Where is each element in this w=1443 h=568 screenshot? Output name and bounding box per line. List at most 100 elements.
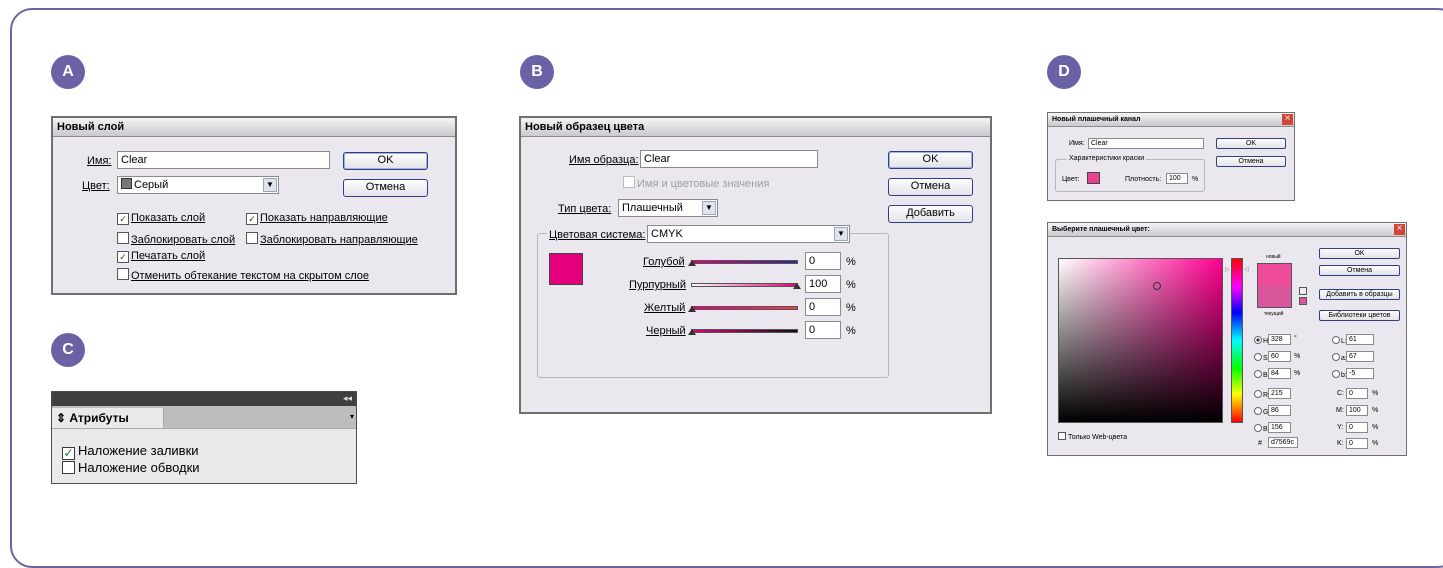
new-color-swatch-dialog: Новый образец цвета Имя образца: Clear И… [519,116,992,414]
magenta-label: Пурпурный [629,279,686,291]
checkbox-suppress-text-wrap[interactable]: Отменить обтекание текстом на скрытом сл… [117,268,369,282]
color-libraries-button[interactable]: Библиотеки цветов [1319,310,1400,321]
radio-icon [1332,336,1340,344]
checkbox-print-layer[interactable]: ✓ Печатать слой [117,250,205,263]
m-unit: % [1372,407,1379,414]
radio-icon [1254,407,1262,415]
magenta-slider[interactable] [691,283,798,287]
a-label[interactable]: a: [1332,353,1347,362]
lab-b-label[interactable]: b: [1332,370,1347,379]
badge-b: B [520,55,554,89]
color-field-marker[interactable] [1153,282,1161,290]
black-label: Черный [646,325,686,337]
checkbox-overprint-fill[interactable]: ✓ Наложение заливки [62,443,199,460]
h-input[interactable]: 328 [1268,334,1291,345]
radio-icon [1254,370,1262,378]
radio-icon [1254,336,1262,344]
h-unit: ° [1294,335,1297,342]
checkbox-show-guides[interactable]: ✓ Показать направляющие [246,212,388,225]
tab-attributes[interactable]: ⇕ Атрибуты [52,408,164,428]
add-button[interactable]: Добавить [888,205,973,223]
m-input[interactable]: 100 [1346,405,1368,416]
add-to-swatches-button[interactable]: Добавить в образцы [1319,289,1400,300]
new-spot-channel-dialog: Новый плашечный канал × Имя: Clear Харак… [1047,112,1295,201]
checkbox-icon [117,232,129,244]
color-select[interactable]: Серый ▼ [117,176,279,194]
checkbox-lock-layer[interactable]: Заблокировать слой [117,232,235,246]
cancel-button[interactable]: Отмена [1216,156,1286,167]
c-input[interactable]: 0 [1346,388,1368,399]
r-input[interactable]: 215 [1268,388,1291,399]
ink-group-label: Характеристики краски [1067,155,1147,162]
cancel-button[interactable]: Отмена [1319,265,1400,276]
rgb-b-input[interactable]: 156 [1268,422,1291,433]
density-input[interactable]: 100 [1166,173,1188,184]
hue-slider-arrow-right: ◁ [1244,267,1249,273]
cancel-button[interactable]: Отмена [343,179,428,197]
m-label: M: [1336,407,1344,414]
new-color-preview [1257,263,1292,286]
color-system-select[interactable]: CMYK ▼ [647,225,850,243]
name-input[interactable]: Clear [117,151,330,169]
ok-button[interactable]: OK [1319,248,1400,259]
color-field[interactable] [1058,258,1223,423]
swatch-name-input[interactable]: Clear [640,150,818,168]
ok-button[interactable]: OK [888,151,973,169]
ok-button[interactable]: OK [343,152,428,170]
checkbox-show-layer[interactable]: ✓ Показать слой [117,212,205,225]
black-slider[interactable] [691,329,798,333]
radio-icon [1254,424,1262,432]
hue-slider[interactable] [1231,258,1243,423]
dialog-title: Новый образец цвета [521,118,990,137]
b-input[interactable]: 84 [1268,368,1291,379]
black-input[interactable]: 0 [805,321,841,339]
checkbox-icon [246,232,258,244]
yellow-slider-thumb[interactable] [688,306,696,312]
s-input[interactable]: 60 [1268,351,1291,362]
y-input[interactable]: 0 [1346,422,1368,433]
cyan-input[interactable]: 0 [805,252,841,270]
radio-icon [1332,353,1340,361]
cancel-button[interactable]: Отмена [888,178,973,196]
lab-b-input[interactable]: -5 [1346,368,1374,379]
hue-slider-arrow-left: ▷ [1225,267,1230,273]
ok-button[interactable]: OK [1216,138,1286,149]
checkbox-icon [1058,432,1066,440]
close-icon[interactable]: × [1282,114,1293,125]
g-input[interactable]: 86 [1268,405,1291,416]
checkbox-icon: ✓ [117,213,129,225]
badge-a: A [51,55,85,89]
spot-color-swatch[interactable] [1087,172,1100,184]
black-slider-thumb[interactable] [688,329,696,335]
cyan-slider-thumb[interactable] [688,260,696,266]
yellow-input[interactable]: 0 [805,298,841,316]
k-input[interactable]: 0 [1346,438,1368,449]
color-type-select[interactable]: Плашечный ▼ [618,199,718,217]
k-unit: % [1372,440,1379,447]
checkbox-overprint-stroke[interactable]: Наложение обводки [62,460,200,475]
checkbox-web-colors-only[interactable]: Только Web-цвета [1058,432,1127,441]
radio-icon [1254,390,1262,398]
spot-color-picker-dialog: Выберите плашечный цвет: × ▷ ◁ новый тек… [1047,222,1407,456]
y-unit: % [1372,424,1379,431]
panel-menu-icon[interactable]: ▾ [350,412,354,421]
cyan-label: Голубой [643,256,685,268]
name-label: Имя: [87,155,112,167]
close-icon[interactable]: × [1394,224,1405,235]
name-input[interactable]: Clear [1088,138,1204,149]
density-unit: % [1192,176,1199,183]
dialog-title: Выберите плашечный цвет: [1048,223,1406,237]
c-unit: % [1372,390,1379,397]
yellow-slider[interactable] [691,306,798,310]
l-label[interactable]: L: [1332,336,1347,345]
collapse-icon[interactable]: ◂◂ [343,393,352,404]
c-label: C: [1337,390,1344,397]
checkbox-lock-guides[interactable]: Заблокировать направляющие [246,232,418,246]
cyan-slider[interactable] [691,260,798,264]
a-input[interactable]: 67 [1346,351,1374,362]
hex-input[interactable]: d7569c [1268,437,1298,448]
l-input[interactable]: 61 [1346,334,1374,345]
magenta-input[interactable]: 100 [805,275,841,293]
magenta-slider-thumb[interactable] [793,283,801,289]
k-label: K: [1337,440,1344,447]
